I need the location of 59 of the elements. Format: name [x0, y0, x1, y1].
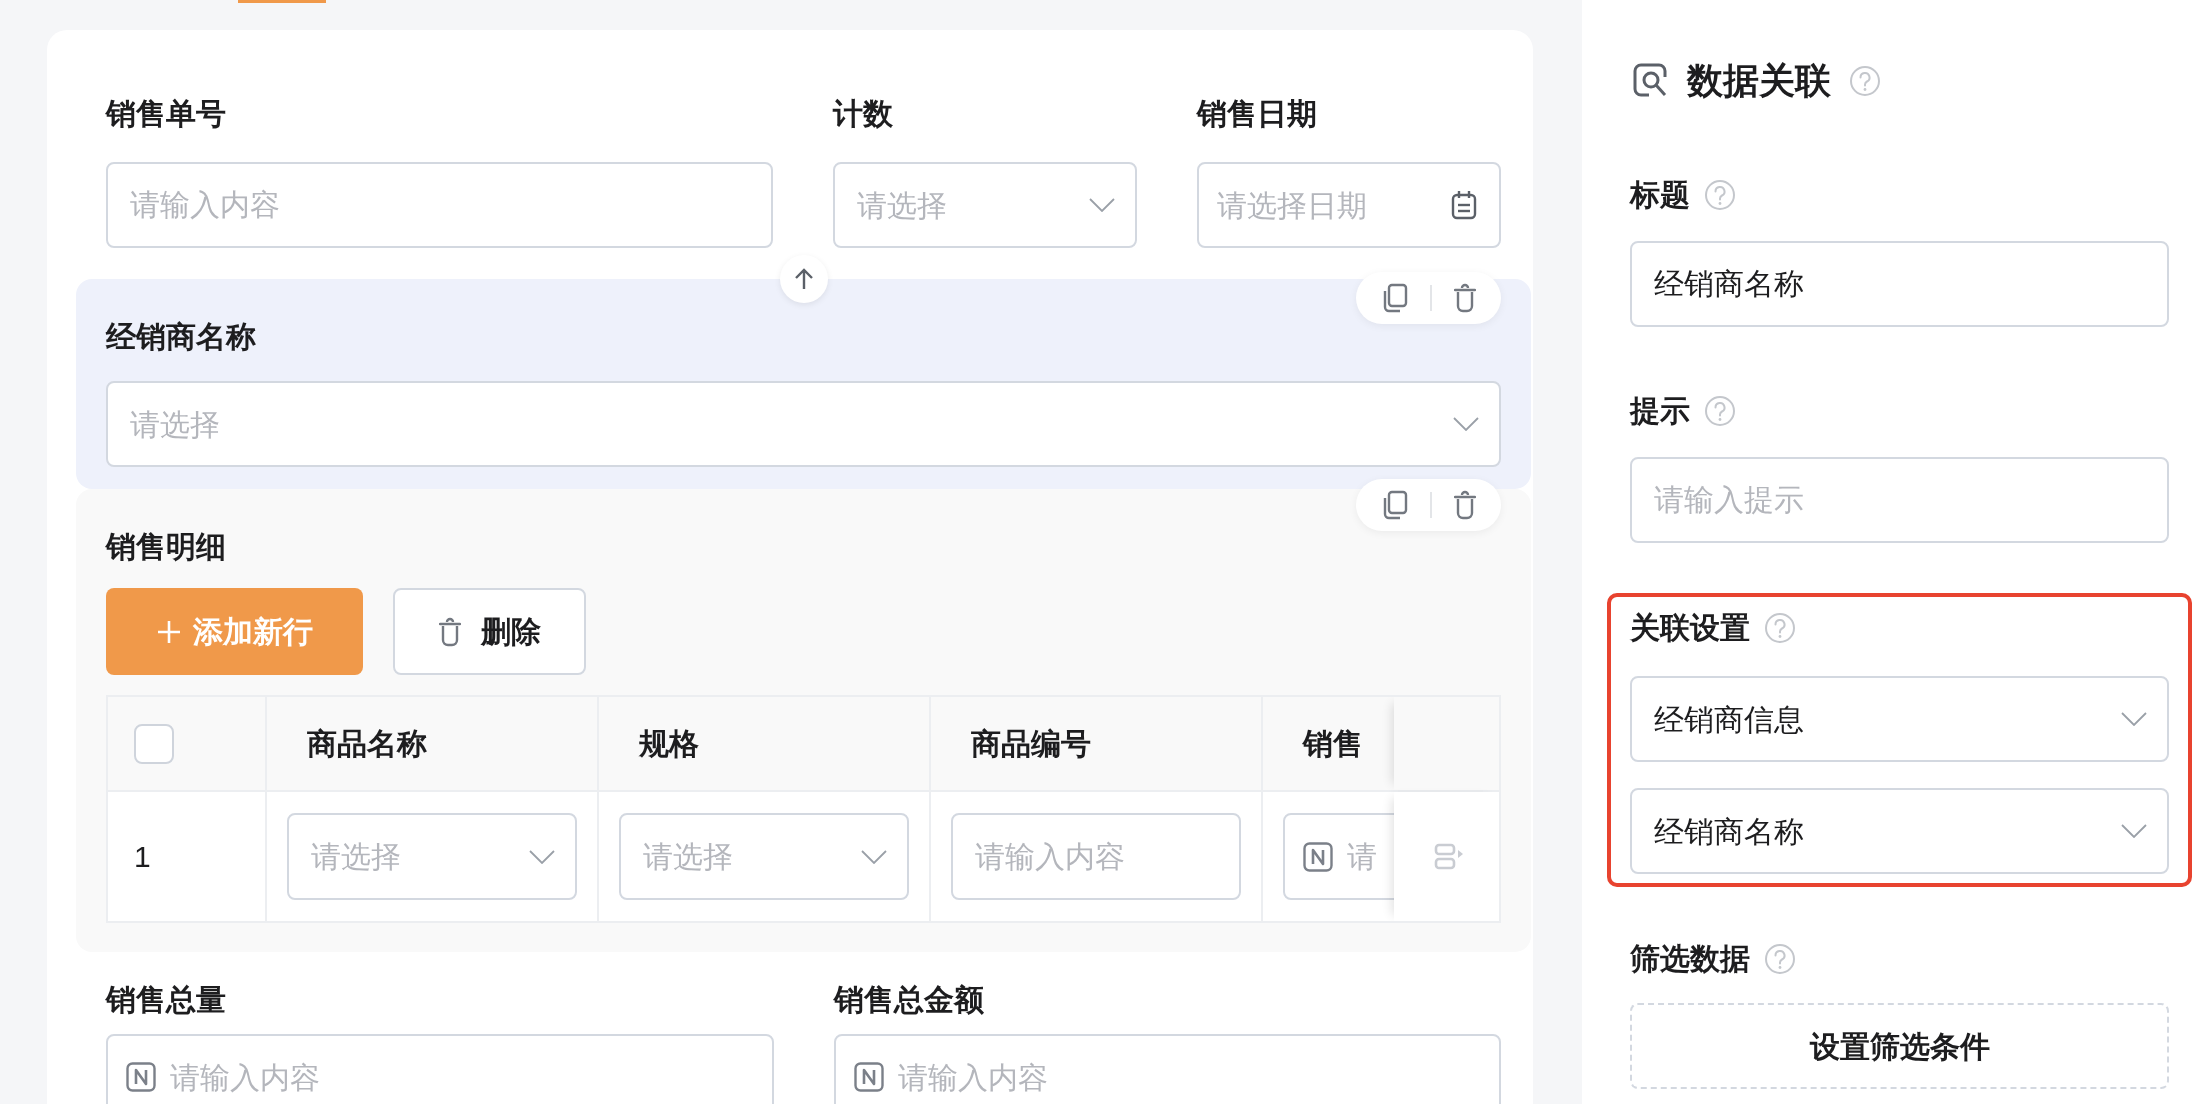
- input-field[interactable]: 请选择日期: [1217, 182, 1451, 228]
- column-header: 商品名称: [307, 726, 427, 762]
- input-field[interactable]: 请: [1347, 834, 1394, 879]
- number-icon: [126, 1062, 156, 1092]
- panel-title: 数据关联: [1687, 59, 1831, 103]
- chevron-down-icon: [861, 849, 887, 864]
- input-field[interactable]: 请输入提示: [1630, 457, 2169, 543]
- field-label: 关联设置: [1630, 610, 1750, 646]
- number-icon: [853, 1062, 884, 1092]
- chevron-down-icon: [1453, 417, 1479, 431]
- chevron-down-icon: [1089, 198, 1115, 212]
- arrow-up-icon: [794, 268, 814, 290]
- row-settings-icon[interactable]: [1433, 841, 1464, 872]
- plus-icon: [156, 619, 181, 644]
- field-label: 销售单号: [106, 96, 227, 132]
- field-label: 销售总量: [106, 982, 227, 1018]
- chevron-down-icon: [2121, 824, 2147, 838]
- copy-icon[interactable]: [1381, 283, 1408, 313]
- chevron-down-icon: [529, 849, 555, 864]
- help-icon[interactable]: [1849, 65, 1881, 97]
- copy-icon[interactable]: [1381, 490, 1408, 520]
- help-icon[interactable]: [1764, 943, 1796, 975]
- column-header: 商品编号: [971, 726, 1091, 762]
- input-field[interactable]: 经销商名称: [1630, 241, 2169, 327]
- date-field[interactable]: 请选择日期: [1197, 162, 1501, 248]
- field-label: 提示: [1630, 393, 1690, 429]
- help-icon[interactable]: [1704, 179, 1736, 211]
- field-label: 销售日期: [1197, 96, 1318, 132]
- move-up-button[interactable]: [780, 255, 828, 303]
- filter-button[interactable]: 设置筛选条件: [1630, 1003, 2169, 1089]
- search-icon: [1633, 63, 1669, 99]
- delete-button[interactable]: 删除: [393, 588, 586, 675]
- row-number: 1: [134, 839, 151, 875]
- input-field[interactable]: 请输入内容: [170, 1054, 762, 1100]
- input-field[interactable]: 请输入内容: [106, 162, 774, 248]
- number-icon: [1303, 841, 1333, 872]
- trash-icon: [438, 616, 461, 647]
- number-field[interactable]: 请: [1283, 813, 1394, 900]
- help-icon[interactable]: [1704, 395, 1736, 427]
- trash-icon[interactable]: [1453, 490, 1476, 520]
- checkbox[interactable]: [134, 723, 174, 764]
- dropdown[interactable]: 经销商名称: [1630, 788, 2169, 874]
- dropdown[interactable]: 经销商信息: [1630, 676, 2169, 762]
- chevron-down-icon: [2121, 712, 2147, 726]
- input-field[interactable]: 请输入内容: [951, 813, 1241, 900]
- field-label: 筛选数据: [1630, 941, 1750, 977]
- calendar-icon: [1451, 190, 1477, 220]
- field-label: 经销商名称: [106, 319, 257, 355]
- field-label: 销售明细: [106, 529, 227, 565]
- column-header: 规格: [639, 726, 699, 762]
- field-label: 计数: [833, 96, 895, 132]
- number-field[interactable]: 请输入内容: [106, 1034, 774, 1104]
- trash-icon[interactable]: [1453, 283, 1476, 313]
- number-field[interactable]: 请输入内容: [833, 1034, 1501, 1104]
- field-label: 销售总金额: [833, 982, 985, 1018]
- help-icon[interactable]: [1764, 612, 1796, 644]
- input-field[interactable]: 请输入内容: [897, 1054, 1489, 1100]
- field-label: 标题: [1630, 177, 1690, 213]
- column-header: 销售: [1303, 726, 1363, 762]
